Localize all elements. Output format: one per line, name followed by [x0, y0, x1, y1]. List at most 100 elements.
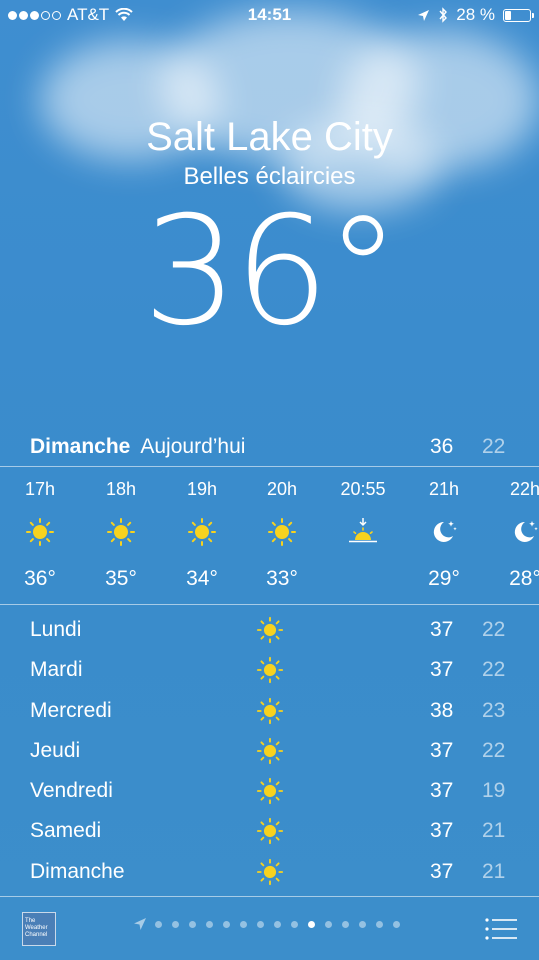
hour-temp: 28°	[509, 567, 539, 590]
today-summary: Dimanche Aujourd’hui 36 22	[30, 432, 539, 462]
page-dot[interactable]	[291, 920, 298, 928]
page-dot[interactable]	[206, 920, 213, 928]
page-dot[interactable]	[308, 920, 315, 928]
location-arrow-icon	[134, 918, 146, 930]
page-dot[interactable]	[240, 920, 247, 928]
today-label: Aujourd’hui	[140, 435, 246, 458]
hourly-item: 18h 35°	[81, 467, 161, 593]
day-low: 21	[482, 819, 506, 843]
day-high: 37	[430, 779, 454, 803]
hourly-item: 20h 33°	[242, 467, 322, 593]
page-dot[interactable]	[274, 920, 281, 928]
hourly-item: 17h 36°	[0, 467, 80, 593]
day-low: 21	[482, 859, 506, 883]
daily-row: Lundi 37 22	[0, 610, 539, 650]
day-name: Mardi	[30, 658, 83, 682]
sun-icon	[256, 778, 284, 805]
page-dots	[155, 920, 400, 928]
page-dot[interactable]	[189, 920, 196, 928]
page-dot[interactable]	[257, 920, 264, 928]
day-name: Jeudi	[30, 738, 81, 762]
bottom-bar: The Weather Channel	[0, 896, 539, 960]
status-bar: AT&T 14:51 28 %	[0, 0, 539, 30]
daily-row: Dimanche 37 21	[0, 852, 539, 892]
sun-icon	[256, 657, 284, 684]
day-name: Vendredi	[30, 779, 113, 803]
today-day: Dimanche	[30, 435, 131, 458]
list-icon[interactable]	[485, 918, 517, 940]
hour-time: 20h	[266, 479, 298, 499]
daily-row: Jeudi 37 22	[0, 731, 539, 771]
bluetooth-icon	[439, 7, 448, 23]
day-high: 37	[430, 859, 454, 883]
daily-forecast: Lundi 37 22 Mardi 37 22 Mercredi 38 23 J…	[0, 610, 539, 892]
page-dot[interactable]	[155, 920, 162, 928]
hour-time: 20:55	[340, 479, 386, 499]
sun-icon	[256, 818, 284, 845]
hour-temp: 29°	[428, 567, 460, 590]
hour-temp: 33°	[266, 567, 298, 590]
city-name: Salt Lake City	[146, 115, 393, 159]
page-dot[interactable]	[359, 920, 366, 928]
moon-icon	[404, 507, 484, 557]
hour-time: 18h	[105, 479, 137, 499]
location-arrow-icon	[418, 9, 430, 21]
hourly-item: 19h 34°	[162, 467, 242, 593]
page-dot[interactable]	[223, 920, 230, 928]
day-high: 38	[430, 698, 454, 722]
daily-row: Mardi 37 22	[0, 650, 539, 690]
hourly-item: 21h 29°	[404, 467, 484, 593]
day-high: 37	[430, 618, 454, 641]
today-low: 22	[482, 435, 506, 458]
hour-temp: 36°	[24, 567, 56, 590]
today-high: 36	[430, 435, 454, 458]
hour-time: 19h	[186, 479, 218, 499]
moon-icon	[485, 507, 539, 557]
status-right: 28 %	[417, 5, 534, 25]
day-low: 22	[482, 618, 506, 641]
sun-icon	[242, 507, 322, 557]
hour-time: 21h	[428, 479, 460, 499]
sun-icon	[256, 697, 284, 724]
day-low: 22	[482, 738, 506, 762]
day-name: Samedi	[30, 819, 102, 843]
current-temperature: 36°	[142, 185, 401, 359]
hour-time: 17h	[24, 479, 56, 499]
sunset-icon	[323, 507, 403, 557]
hour-temp	[323, 567, 403, 593]
sun-icon	[0, 507, 80, 557]
hourly-forecast[interactable]: 17h 36° 18h 35° 19h 34° 20h 33° 20:55 21…	[0, 467, 539, 604]
day-name: Dimanche	[30, 859, 125, 883]
hour-time: 22h	[509, 479, 539, 499]
battery-icon	[503, 8, 534, 22]
page-dot[interactable]	[376, 920, 383, 928]
hour-temp: 35°	[105, 567, 137, 590]
sun-icon	[256, 858, 284, 885]
day-name: Mercredi	[30, 698, 112, 722]
page-dot[interactable]	[342, 920, 349, 928]
sun-icon	[256, 616, 284, 644]
sun-icon	[256, 737, 284, 764]
battery-percent: 28 %	[456, 5, 495, 24]
daily-row: Mercredi 38 23	[0, 691, 539, 731]
page-dot[interactable]	[325, 920, 332, 928]
day-high: 37	[430, 658, 454, 682]
weather-channel-logo[interactable]: The Weather Channel	[22, 912, 56, 946]
page-dot[interactable]	[172, 920, 179, 928]
sun-icon	[162, 507, 242, 557]
daily-row: Vendredi 37 19	[0, 771, 539, 811]
divider-bottom	[0, 604, 539, 605]
page-indicator[interactable]	[133, 917, 400, 931]
sun-icon	[81, 507, 161, 557]
day-name: Lundi	[30, 618, 82, 641]
hour-temp: 34°	[186, 567, 218, 590]
daily-row: Samedi 37 21	[0, 811, 539, 851]
day-high: 37	[430, 738, 454, 762]
day-low: 23	[482, 698, 506, 722]
day-low: 22	[482, 658, 506, 682]
day-low: 19	[482, 779, 506, 803]
hourly-item: 22h 28°	[485, 467, 539, 593]
hourly-item: 20:55	[323, 467, 403, 593]
day-high: 37	[430, 819, 454, 843]
page-dot[interactable]	[393, 920, 400, 928]
